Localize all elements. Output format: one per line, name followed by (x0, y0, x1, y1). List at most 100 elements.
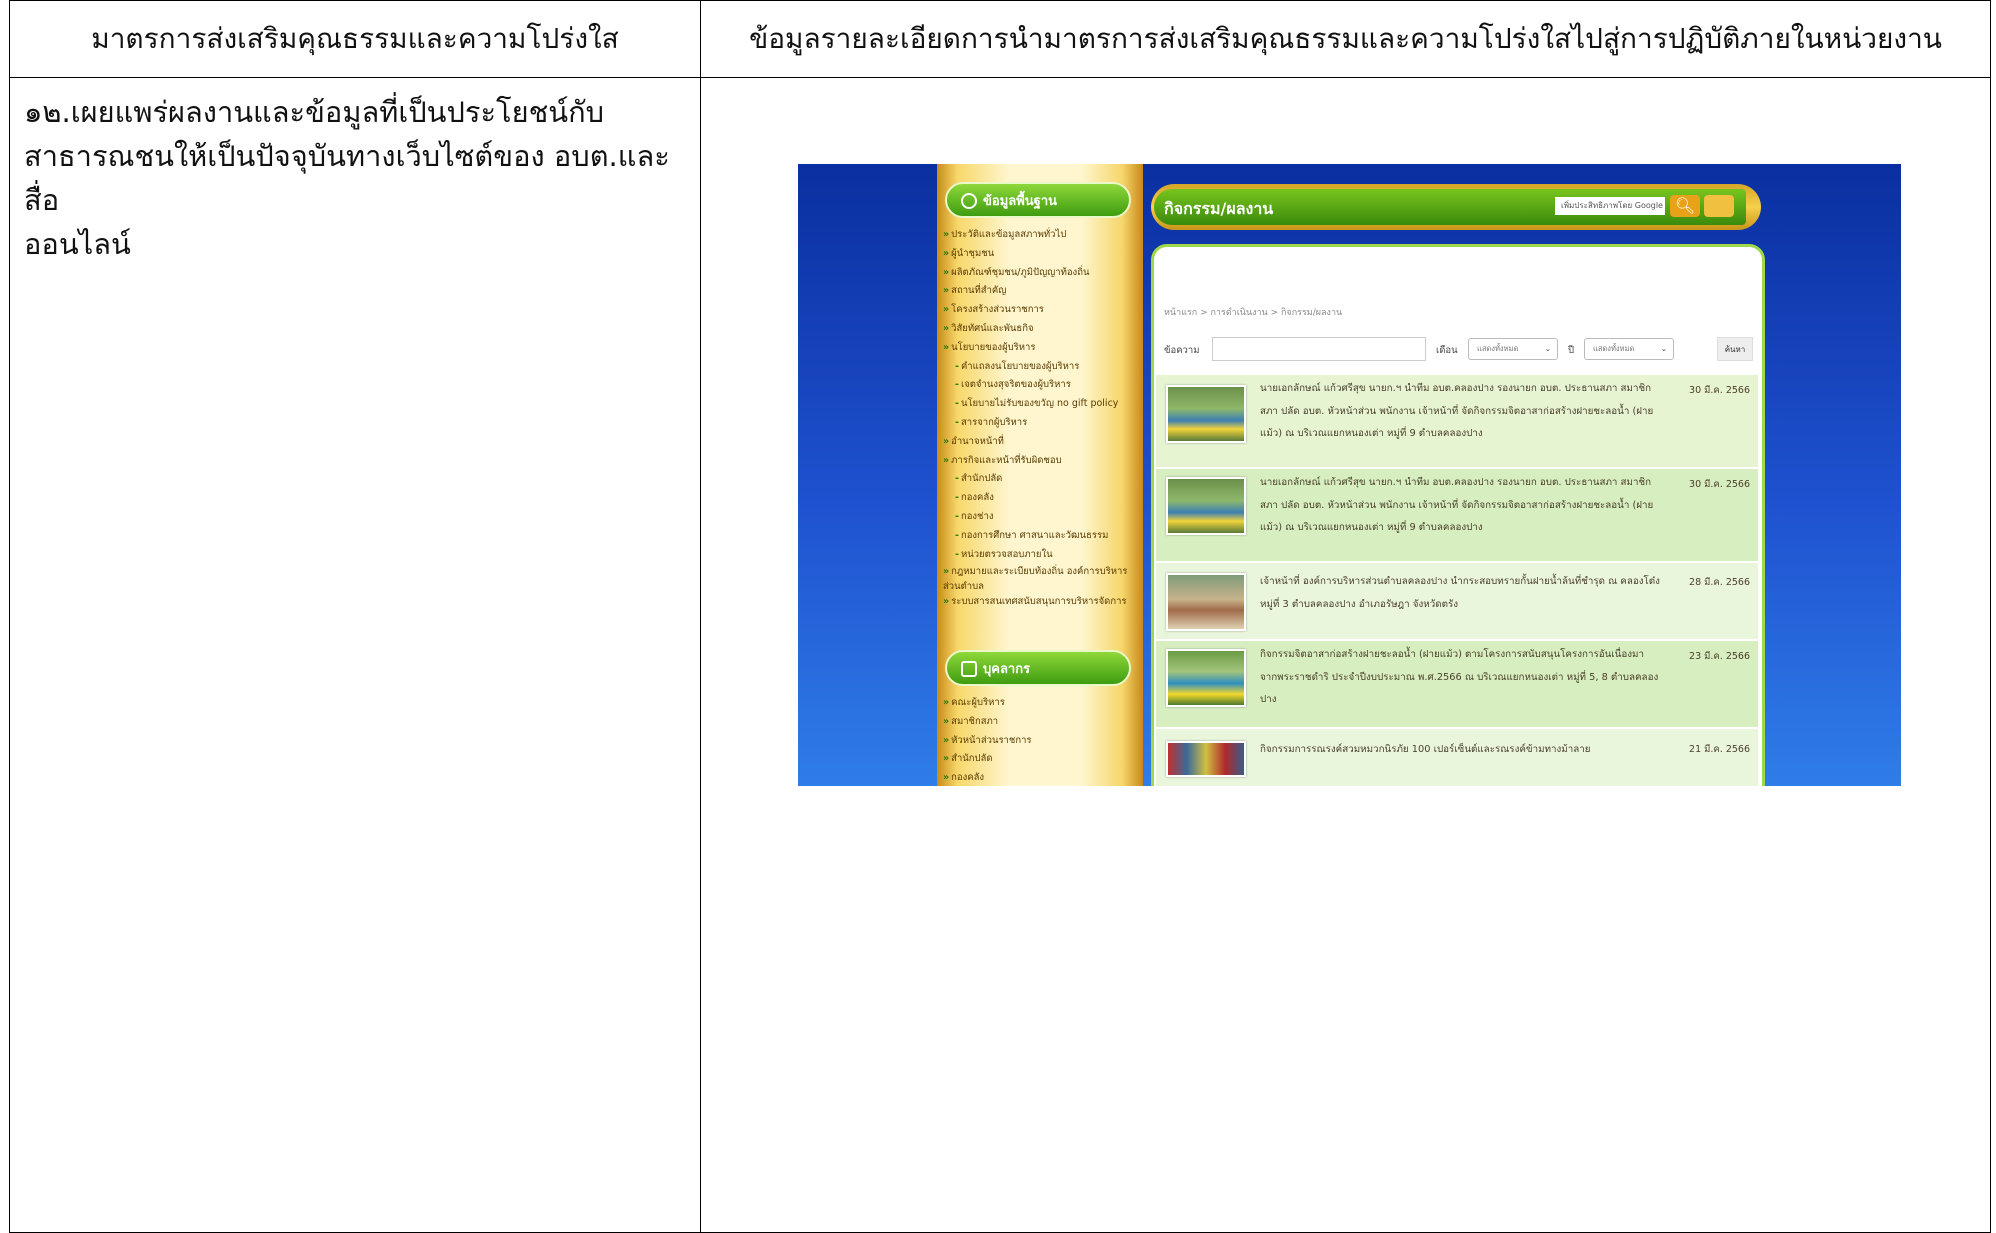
double-chevron-icon: - (955, 360, 959, 372)
double-chevron-icon: - (955, 398, 959, 410)
double-chevron-icon: » (943, 734, 950, 746)
year-select[interactable]: แสดงทั้งหมด ⌄ (1584, 338, 1674, 360)
sidebar-item-label: ผลิตภัณฑ์ชุมชน/ภูมิปัญญาท้องถิ่น (951, 266, 1090, 278)
breadcrumb[interactable]: หน้าแรก > การดำเนินงาน > กิจกรรม/ผลงาน (1164, 305, 1342, 319)
news-list: นายเอกลักษณ์ แก้วศรีสุข นายก.ฯ นำทีม อบต… (1156, 375, 1758, 786)
sidebar-item-label: วิสัยทัศน์และพันธกิจ (951, 322, 1034, 334)
sidebar-item-label: สำนักปลัด (951, 753, 993, 765)
sidebar-item[interactable]: - หน่วยตรวจสอบภายใน (943, 546, 1139, 565)
sidebar-section-basic-info[interactable]: ข้อมูลพื้นฐาน (945, 182, 1131, 218)
double-chevron-icon: - (955, 473, 959, 485)
keyword-label: ข้อความ (1164, 345, 1200, 356)
sidebar-item[interactable]: » ผู้นำชุมชน (943, 245, 1139, 264)
list-item[interactable]: กิจกรรมจิตอาสาก่อสร้างฝายชะลอน้ำ (ฝายแม้… (1156, 641, 1758, 727)
header-measure: มาตรการส่งเสริมคุณธรรมและความโปร่งใส (9, 0, 701, 78)
double-chevron-icon: » (943, 753, 950, 765)
double-chevron-icon: » (943, 247, 950, 259)
sidebar-item[interactable]: - กองช่าง (943, 508, 1139, 527)
header-details: ข้อมูลรายละเอียดการนำมาตรการส่งเสริมคุณธ… (700, 0, 1991, 78)
sidebar-item[interactable]: » สถานที่สำคัญ (943, 282, 1139, 301)
sidebar-item-label: สารจากผู้บริหาร (960, 416, 1028, 428)
news-thumbnail[interactable] (1166, 477, 1246, 535)
globe-icon (961, 193, 977, 209)
chevron-down-icon: ⌄ (1660, 344, 1667, 353)
double-chevron-icon: » (943, 596, 950, 608)
sidebar-basic-info-list: » ประวัติและข้อมูลสภาพทั่วไป» ผู้นำชุมชน» ผ… (943, 226, 1139, 609)
sidebar-item[interactable]: - กองคลัง (943, 489, 1139, 508)
double-chevron-icon: » (943, 304, 950, 316)
page-title: กิจกรรม/ผลงาน (1164, 199, 1274, 218)
measure-text: ๑๒.เผยแพร่ผลงานและข้อมูลที่เป็นประโยชน์ก… (10, 78, 700, 266)
keyword-input[interactable] (1212, 337, 1426, 361)
sidebar-item-label: สถานที่สำคัญ (951, 285, 1007, 297)
sidebar-item[interactable]: » โครงสร้างส่วนราชการ (943, 301, 1139, 320)
sidebar-item[interactable]: - เจตจำนงสุจริตของผู้บริหาร (943, 376, 1139, 395)
sidebar-item[interactable]: » ภารกิจและหน้าที่รับผิดชอบ (943, 452, 1139, 471)
sidebar-item-label: คำแถลงนโยบายของผู้บริหาร (960, 360, 1080, 372)
search-icon[interactable]: 🔍︎ (1670, 195, 1700, 217)
list-item[interactable]: กิจกรรมการรณรงค์สวมหมวกนิรภัย 100 เปอร์เ… (1156, 729, 1758, 786)
sidebar-item-label: กองช่าง (960, 510, 994, 522)
sidebar-item-label: ภารกิจและหน้าที่รับผิดชอบ (951, 454, 1062, 466)
double-chevron-icon: - (955, 548, 959, 560)
sidebar-item[interactable]: » อำนาจหน้าที่ (943, 433, 1139, 452)
sidebar-item[interactable]: » สำนักปลัด (943, 750, 1139, 769)
sidebar-item[interactable]: » นโยบายของผู้บริหาร (943, 339, 1139, 358)
sidebar-item[interactable]: » สมาชิกสภา (943, 713, 1139, 732)
sidebar-personnel-list: » คณะผู้บริหาร» สมาชิกสภา» หัวหน้าส่วนราชกา… (943, 694, 1139, 786)
double-chevron-icon: - (955, 492, 959, 504)
double-chevron-icon: » (943, 715, 950, 727)
measure-line: ออนไลน์ (24, 227, 131, 261)
double-chevron-icon: » (943, 266, 950, 278)
sidebar-item-label: ประวัติและข้อมูลสภาพทั่วไป (951, 229, 1067, 240)
sidebar-item-label: สมาชิกสภา (951, 715, 999, 727)
sidebar-item[interactable]: - สำนักปลัด (943, 470, 1139, 489)
sidebar-item[interactable]: » หัวหน้าส่วนราชการ (943, 732, 1139, 751)
sidebar-section-personnel[interactable]: บุคลากร (945, 650, 1131, 686)
table-header-row: มาตรการส่งเสริมคุณธรรมและความโปร่งใส ข้อ… (9, 0, 1991, 78)
website-main: กิจกรรม/ผลงาน เพิ่มประสิทธิภาพโดย Google… (1143, 164, 1901, 786)
sidebar-item-label: ระบบสารสนเทศสนับสนุนการบริหารจัดการ (951, 596, 1127, 608)
list-item[interactable]: นายเอกลักษณ์ แก้วศรีสุข นายก.ฯ นำทีม อบต… (1156, 375, 1758, 467)
accessibility-icon[interactable] (1704, 195, 1734, 217)
website-screenshot: ข้อมูลพื้นฐาน » ประวัติและข้อมูลสภาพทั่วไ… (798, 164, 1901, 786)
double-chevron-icon: » (943, 772, 950, 784)
sidebar-item-label: กองการศึกษา ศาสนาและวัฒนธรรม (960, 529, 1109, 541)
double-chevron-icon: » (943, 229, 950, 240)
sidebar-item[interactable]: - คำแถลงนโยบายของผู้บริหาร (943, 358, 1139, 377)
list-item[interactable]: นายเอกลักษณ์ แก้วศรีสุข นายก.ฯ นำทีม อบต… (1156, 469, 1758, 561)
sidebar-item[interactable]: » กฎหมายและระเบียบท้องถิ่น องค์การบริหารส… (943, 564, 1139, 594)
sidebar-item[interactable]: » กองคลัง (943, 769, 1139, 786)
double-chevron-icon: » (943, 454, 950, 466)
sidebar-item[interactable]: - นโยบายไม่รับของขวัญ no gift policy (943, 395, 1139, 414)
news-thumbnail[interactable] (1166, 649, 1246, 707)
month-select[interactable]: แสดงทั้งหมด ⌄ (1468, 338, 1558, 360)
sidebar-item-label: นโยบายไม่รับของขวัญ no gift policy (960, 398, 1119, 410)
year-label: ปี (1568, 345, 1575, 356)
double-chevron-icon: » (943, 341, 950, 353)
double-chevron-icon: - (955, 510, 959, 522)
sidebar-item[interactable]: » ระบบสารสนเทศสนับสนุนการบริหารจัดการ (943, 594, 1139, 609)
sidebar-item[interactable]: » คณะผู้บริหาร (943, 694, 1139, 713)
month-label: เดือน (1436, 345, 1458, 356)
double-chevron-icon: » (943, 566, 950, 578)
double-chevron-icon: - (955, 529, 959, 541)
list-item[interactable]: เจ้าหน้าที่ องค์การบริหารส่วนตำบลคลองปาง… (1156, 563, 1758, 639)
search-input[interactable]: เพิ่มประสิทธิภาพโดย Google (1555, 197, 1665, 215)
sidebar-item[interactable]: - สารจากผู้บริหาร (943, 414, 1139, 433)
sidebar-item-label: กฎหมายและระเบียบท้องถิ่น องค์การบริหารส่… (943, 566, 1128, 593)
news-thumbnail[interactable] (1166, 573, 1246, 631)
sidebar-item[interactable]: - กองการศึกษา ศาสนาและวัฒนธรรม (943, 527, 1139, 546)
news-thumbnail[interactable] (1166, 741, 1246, 777)
sidebar-item-label: กองคลัง (960, 492, 994, 504)
sidebar-item[interactable]: » วิสัยทัศน์และพันธกิจ (943, 320, 1139, 339)
sidebar-item[interactable]: » ผลิตภัณฑ์ชุมชน/ภูมิปัญญาท้องถิ่น (943, 264, 1139, 283)
search-button[interactable]: ค้นหา (1717, 337, 1753, 361)
sidebar-item-label: หัวหน้าส่วนราชการ (951, 734, 1032, 746)
chevron-down-icon: ⌄ (1544, 344, 1551, 353)
sidebar-item-label: หน่วยตรวจสอบภายใน (960, 548, 1053, 560)
sidebar-item[interactable]: » ประวัติและข้อมูลสภาพทั่วไป (943, 226, 1139, 245)
content-panel: หน้าแรก > การดำเนินงาน > กิจกรรม/ผลงาน ข… (1151, 244, 1765, 786)
news-thumbnail[interactable] (1166, 385, 1246, 443)
measure-line: ๑๒.เผยแพร่ผลงานและข้อมูลที่เป็นประโยชน์ก… (24, 95, 605, 129)
